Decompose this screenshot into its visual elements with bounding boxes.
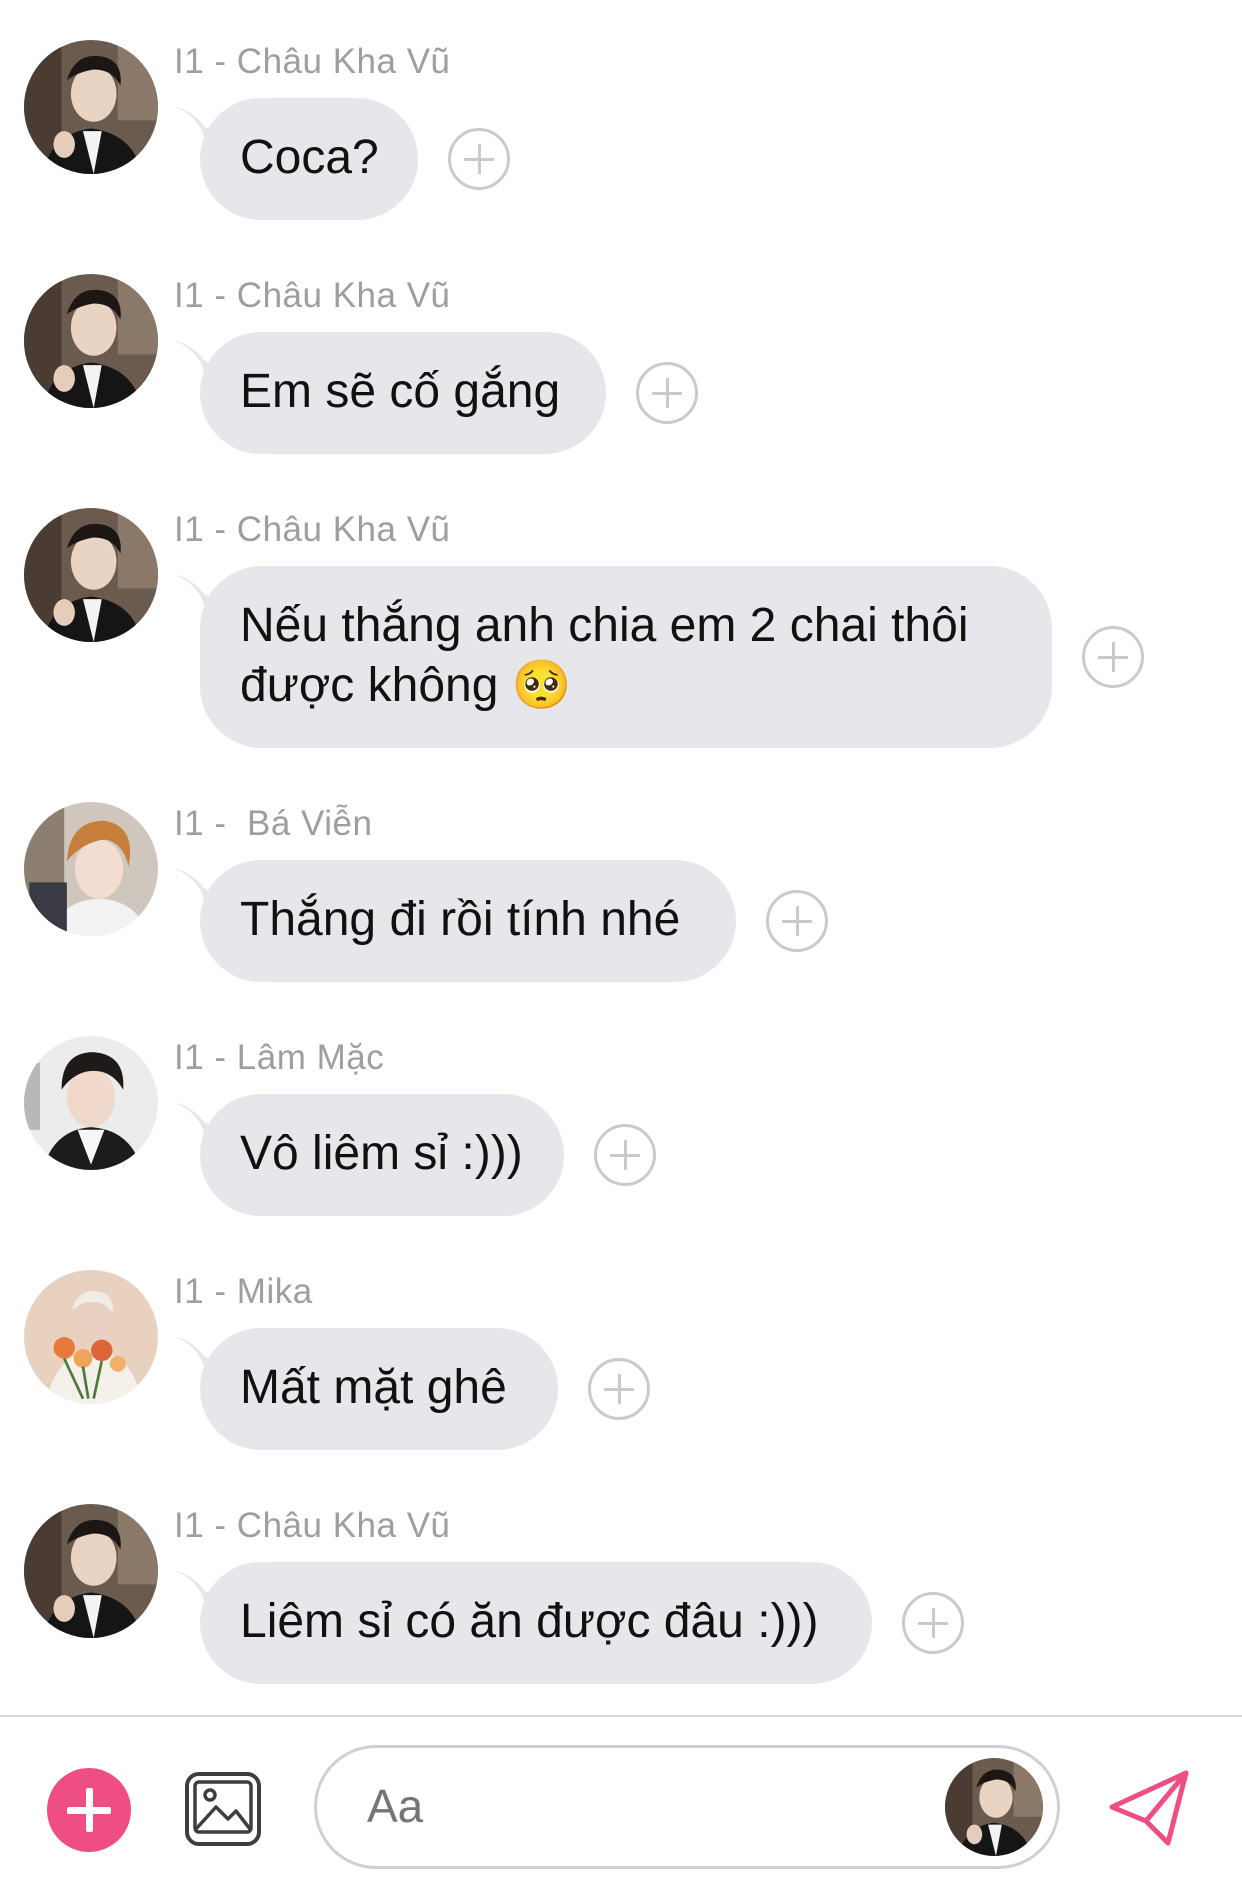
message-bubble[interactable]: Coca? [200,98,418,220]
avatar-chau-kha-vu[interactable] [24,40,158,174]
send-icon[interactable] [1108,1769,1190,1847]
message-bubble[interactable]: Thắng đi rồi tính nhé [200,860,736,982]
avatar-chau-kha-vu[interactable] [24,1504,158,1638]
add-reaction-icon[interactable] [902,1592,964,1654]
add-reaction-icon[interactable] [1082,626,1144,688]
message-text: Thắng đi rồi tính nhé [240,893,681,946]
avatar[interactable] [945,1758,1043,1856]
message-text: Em sẽ cố gắng [240,365,561,418]
message-bubble[interactable]: Mất mặt ghê [200,1328,558,1450]
sender-name: I1 - Châu Kha Vũ [174,276,451,315]
message-text-line: được không 🥺 [240,659,572,712]
add-reaction-icon[interactable] [448,128,510,190]
sender-name: I1 - Châu Kha Vũ [174,1506,451,1545]
avatar-ba-vien[interactable] [24,802,158,936]
image-icon[interactable] [184,1771,262,1847]
sender-name: I1 - Châu Kha Vũ [174,510,451,549]
add-reaction-icon[interactable] [636,362,698,424]
message-text: Mất mặt ghê [240,1361,507,1414]
message-composer [0,1717,1242,1899]
avatar-mika[interactable] [24,1270,158,1404]
avatar-chau-kha-vu[interactable] [24,508,158,642]
message-input-box[interactable] [314,1745,1060,1869]
message-text: Coca? [240,131,379,184]
message-thread: I1 - Châu Kha Vũ Coca? I1 - Châu Kha Vũ … [0,0,1242,1715]
sender-name: I1 - Lâm Mặc [174,1038,385,1077]
add-reaction-icon[interactable] [594,1124,656,1186]
avatar-lam-mac[interactable] [24,1036,158,1170]
sender-name: I1 - Mika [174,1272,313,1311]
message-text: Liêm sỉ có ăn được đâu :))) [240,1595,819,1648]
message-input[interactable] [365,1778,869,1834]
plus-icon[interactable] [47,1768,131,1852]
message-bubble[interactable]: Liêm sỉ có ăn được đâu :))) [200,1562,872,1684]
sender-name: I1 - Bá Viễn [174,804,373,843]
message-text-line: Nếu thắng anh chia em 2 chai thôi [240,599,969,652]
sender-name: I1 - Châu Kha Vũ [174,42,451,81]
add-reaction-icon[interactable] [588,1358,650,1420]
message-text: Vô liêm sỉ :))) [240,1127,523,1180]
message-bubble[interactable]: Em sẽ cố gắng [200,332,606,454]
add-reaction-icon[interactable] [766,890,828,952]
message-bubble[interactable]: Vô liêm sỉ :))) [200,1094,564,1216]
avatar-chau-kha-vu[interactable] [24,274,158,408]
message-bubble[interactable]: Nếu thắng anh chia em 2 chai thôi được k… [200,566,1052,748]
